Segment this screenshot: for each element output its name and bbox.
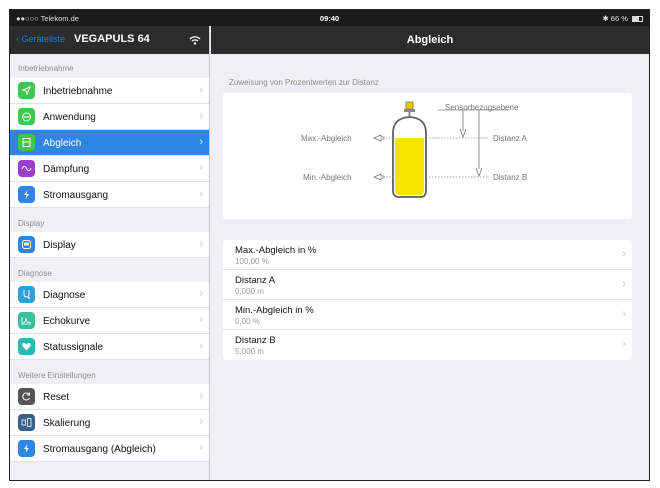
wifi-icon <box>189 32 201 50</box>
heart-icon <box>18 338 35 355</box>
wave-icon <box>18 160 35 177</box>
reset-icon <box>18 388 35 405</box>
chevron-right-icon: › <box>199 416 203 428</box>
sidebar-item-label: Dämpfung <box>43 164 90 175</box>
sidebar-item-label: Anwendung <box>43 112 96 123</box>
section-header: Inbetriebnahme <box>18 64 74 73</box>
distance-b-label: Distanz B <box>493 173 528 182</box>
sidebar-item-label: Abgleich <box>43 138 82 149</box>
adjustment-icon <box>18 134 35 151</box>
tank-icon <box>18 108 35 125</box>
min-adjustment-label: Min.-Abgleich <box>303 173 352 182</box>
sidebar-item-label: Echokurve <box>43 316 91 327</box>
sidebar-item-anwendung[interactable]: Anwendung › <box>10 104 209 130</box>
distance-a-row[interactable]: Distanz A 0,000 m › <box>223 270 632 300</box>
sidebar-item-statussignale[interactable]: Statussignale › <box>10 334 209 360</box>
row-title: Max.-Abgleich in % <box>235 245 317 256</box>
sensor-reference-label: Sensorbezugsebene <box>445 103 519 112</box>
row-value: 0,000 m <box>235 287 264 296</box>
sidebar-item-stromausgang[interactable]: Stromausgang › <box>10 182 209 208</box>
battery-percent: 66 % <box>610 14 628 23</box>
lightning-icon <box>18 186 35 203</box>
max-adjustment-row[interactable]: Max.-Abgleich in % 100,00 % › <box>223 240 632 270</box>
row-value: 0,00 % <box>235 317 260 326</box>
section-header: Display <box>18 219 45 228</box>
distance-a-label: Distanz A <box>493 134 527 143</box>
row-title: Distanz A <box>235 275 276 286</box>
chevron-right-icon: › <box>199 110 203 122</box>
sidebar-item-label: Statussignale <box>43 342 104 353</box>
echo-curve-icon <box>18 312 35 329</box>
check-icon <box>18 82 35 99</box>
detail-pane: Abgleich Zuweisung von Prozentwerten zur… <box>211 26 649 480</box>
sidebar-item-label: Diagnose <box>43 290 86 301</box>
sidebar-item-label: Inbetriebnahme <box>43 86 113 97</box>
sidebar-item-label: Display <box>43 240 76 251</box>
tank-illustration <box>372 101 508 198</box>
chevron-right-icon: › <box>199 314 203 326</box>
detail-title: Abgleich <box>211 26 649 54</box>
chevron-right-icon: › <box>199 136 203 148</box>
sidebar-item-daempfung[interactable]: Dämpfung › <box>10 156 209 182</box>
scaling-icon <box>18 414 35 431</box>
status-bar: ●●○○○ Telekom.de 09:40 ✱ 66 % <box>10 10 649 26</box>
back-button-label[interactable]: Geräteliste <box>22 34 66 44</box>
sidebar-nav-bar: ‹ Geräteliste VEGAPULS 64 <box>10 26 209 54</box>
chevron-right-icon: › <box>199 162 203 174</box>
lightning-icon <box>18 440 35 457</box>
sensor-icon <box>404 101 415 117</box>
sidebar-item-diagnose[interactable]: Diagnose › <box>10 282 209 308</box>
sidebar-item-skalierung[interactable]: Skalierung › <box>10 410 209 436</box>
assignment-section-title: Zuweisung von Prozentwerten zur Distanz <box>229 78 379 87</box>
sidebar-item-echokurve[interactable]: Echokurve › <box>10 308 209 334</box>
chevron-right-icon: › <box>622 308 626 320</box>
section-header: Diagnose <box>18 269 52 278</box>
stethoscope-icon <box>18 286 35 303</box>
chevron-right-icon: › <box>199 188 203 200</box>
status-right: ✱ 66 % <box>602 14 643 23</box>
chevron-right-icon: › <box>622 338 626 350</box>
chevron-right-icon: › <box>622 278 626 290</box>
sidebar-item-label: Skalierung <box>43 418 91 429</box>
chevron-right-icon: › <box>199 340 203 352</box>
distance-b-row[interactable]: Distanz B 5,000 m › <box>223 330 632 360</box>
display-icon <box>18 236 35 253</box>
sidebar-item-label: Stromausgang <box>43 190 109 201</box>
sidebar-item-label: Reset <box>43 392 70 403</box>
sidebar-item-inbetriebnahme[interactable]: Inbetriebnahme › <box>10 78 209 104</box>
row-value: 100,00 % <box>235 257 269 266</box>
adjustment-settings-list: Max.-Abgleich in % 100,00 % › Distanz A … <box>223 240 632 360</box>
adjustment-diagram: Sensorbezugsebene Max.-Abgleich Min.-Abg… <box>223 93 632 219</box>
sidebar-item-label: Stromausgang (Abgleich) <box>43 444 156 455</box>
chevron-right-icon: › <box>622 248 626 260</box>
section-header: Weitere Einstellungen <box>18 371 96 380</box>
row-title: Min.-Abgleich in % <box>235 305 314 316</box>
max-adjustment-label: Max.-Abgleich <box>301 134 352 143</box>
device-title: VEGAPULS 64 <box>74 33 150 45</box>
sidebar-item-abgleich[interactable]: Abgleich › <box>10 130 209 156</box>
back-button[interactable]: ‹ Geräteliste <box>16 34 65 44</box>
app-window: ●●○○○ Telekom.de 09:40 ✱ 66 % ‹ Geräteli… <box>9 9 650 481</box>
sidebar-item-reset[interactable]: Reset › <box>10 384 209 410</box>
battery-icon <box>632 16 643 22</box>
sidebar-item-stromausgang-abgleich[interactable]: Stromausgang (Abgleich) › <box>10 436 209 462</box>
row-value: 5,000 m <box>235 347 264 356</box>
sidebar-item-display[interactable]: Display › <box>10 232 209 258</box>
min-adjustment-row[interactable]: Min.-Abgleich in % 0,00 % › <box>223 300 632 330</box>
sidebar: ‹ Geräteliste VEGAPULS 64 Inbetriebnahme… <box>10 26 210 480</box>
bluetooth-icon: ✱ <box>602 14 609 23</box>
chevron-right-icon: › <box>199 84 203 96</box>
chevron-right-icon: › <box>199 442 203 454</box>
chevron-right-icon: › <box>199 238 203 250</box>
chevron-right-icon: › <box>199 390 203 402</box>
clock: 09:40 <box>319 14 340 23</box>
chevron-right-icon: › <box>199 288 203 300</box>
row-title: Distanz B <box>235 335 276 346</box>
